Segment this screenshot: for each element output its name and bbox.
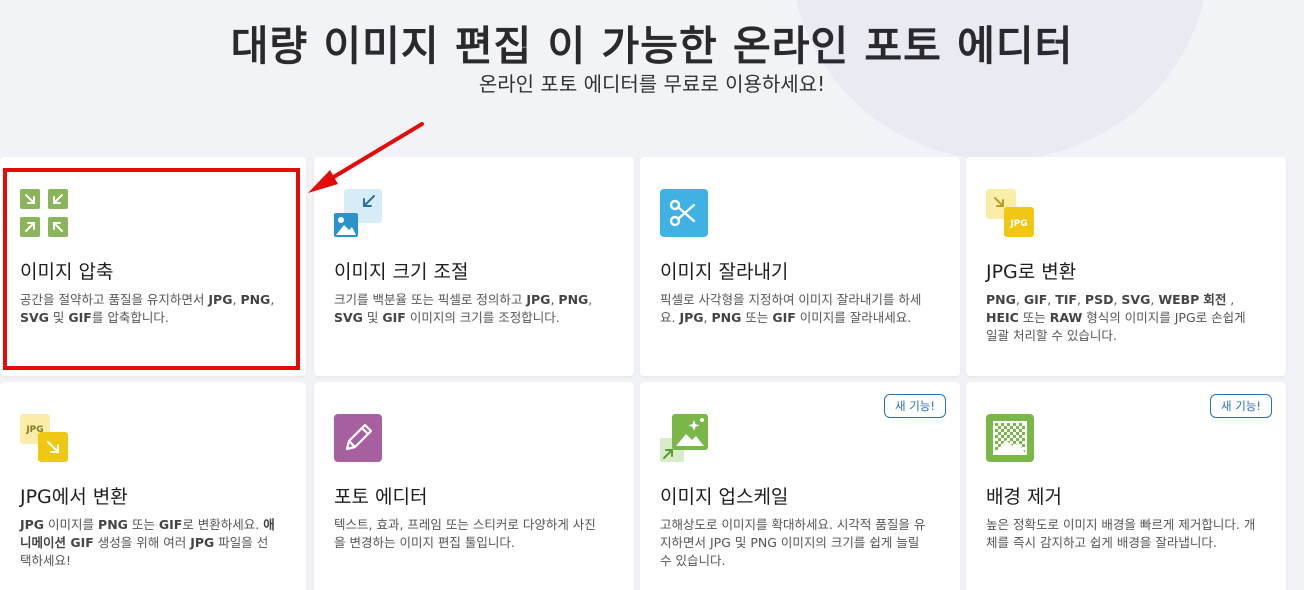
desc-format-keyword: SVG [20,310,49,325]
card-description: 공간을 절약하고 품질을 유지하면서 JPG, PNG, SVG 및 GIF를 … [20,291,278,327]
compress-icon [20,189,68,237]
desc-format-keyword: PNG [240,292,271,307]
tool-card-convert-from-jpg[interactable]: JPG JPG에서 변환 JPG 이미지를 PNG 또는 GIF로 변환하세요.… [0,382,306,590]
red-arrow-icon [308,122,424,193]
desc-format-keyword: JPG [20,517,45,532]
card-title: 이미지 압축 [20,261,114,283]
jpg-icon-label: JPG [1009,219,1027,229]
desc-format-keyword: JPG [190,535,215,550]
pencil-icon [334,414,382,462]
tool-card-compress[interactable]: 이미지 압축 공간을 절약하고 품질을 유지하면서 JPG, PNG, SVG … [0,157,306,376]
desc-format-keyword: JPG [679,310,704,325]
desc-format-keyword: PNG [98,517,128,532]
card-title: JPG로 변환 [986,261,1077,283]
convert-from-jpg-icon: JPG [20,414,68,462]
scissors-icon [660,189,708,237]
upscale-icon [660,414,708,462]
desc-text: , [1015,292,1024,307]
desc-text: 텍스트, 효과, 프레임 또는 스티커로 다양하게 사진을 변경하는 이미지 편… [334,517,596,550]
card-title: 이미지 크기 조절 [334,261,469,283]
card-description: 픽셀로 사각형을 지정하여 이미지 잘라내기를 하세요. JPG, PNG 또는… [660,291,932,327]
desc-text: 또는 [1018,310,1050,325]
desc-format-keyword: PSD [1084,292,1114,307]
desc-format-keyword: TIF [1055,292,1077,307]
desc-format-keyword: HEIC [986,310,1019,325]
tool-card-upscale[interactable]: 새 기능! 이미지 업스케일 고해상도로 이미지를 확대하세요. 시각적 품질을… [640,382,960,590]
card-description: 고해상도로 이미지를 확대하세요. 시각적 품질을 유지하면서 JPG 및 PN… [660,516,932,570]
desc-text: , [588,292,593,307]
desc-text: 또는 [127,517,159,532]
desc-text: 공간을 절약하고 품질을 유지하면서 [20,292,209,307]
card-description: 크기를 백분율 또는 픽셀로 정의하고 JPG, PNG, SVG 및 GIF … [334,291,606,327]
desc-text: 이미지를 잘라내세요. [795,310,912,325]
desc-format-keyword: GIF [772,310,796,325]
convert-to-jpg-icon: JPG [986,189,1034,237]
desc-text: 크기를 백분율 또는 픽셀로 정의하고 [334,292,527,307]
desc-format-keyword: JPG [208,292,233,307]
desc-format-keyword: WEBP [1158,292,1200,307]
desc-text: 높은 정확도로 이미지 배경을 빠르게 제거합니다. 개체를 즉시 감지하고 쉽… [986,517,1256,550]
card-description: JPG 이미지를 PNG 또는 GIF로 변환하세요. 애니메이션 GIF 생성… [20,516,278,570]
desc-format-keyword: RAW [1049,310,1083,325]
desc-format-keyword: SVG [1121,292,1151,307]
card-description: 텍스트, 효과, 프레임 또는 스티커로 다양하게 사진을 변경하는 이미지 편… [334,516,606,552]
desc-format-keyword: GIF [158,517,183,532]
desc-text: 를 압축합니다. [91,310,169,325]
page: 대량 이미지 편집 이 가능한 온라인 포토 에디터 온라인 포토 에디터를 무… [0,0,1304,590]
desc-text: , [270,292,275,307]
desc-format-keyword: PNG [558,292,589,307]
desc-text: 및 [362,310,383,325]
desc-text: , [1076,292,1085,307]
card-title: 배경 제거 [986,486,1062,508]
tool-card-convert-to-jpg[interactable]: JPG JPG로 변환 PNG, GIF, TIF, PSD, SVG, WEB… [966,157,1286,376]
desc-format-keyword: 회전 [1203,292,1227,307]
desc-text: 이미지를 [44,517,99,532]
desc-format-keyword: JPG [526,292,551,307]
desc-text: 또는 [741,310,773,325]
remove-background-icon [986,414,1034,462]
desc-text: 및 [48,310,69,325]
desc-format-keyword: SVG [334,310,363,325]
desc-text: 이미지의 크기를 조정합니다. [405,310,560,325]
desc-text: , [1226,292,1235,307]
new-feature-badge: 새 기능! [1209,394,1272,418]
tool-card-photo-editor[interactable]: 포토 에디터 텍스트, 효과, 프레임 또는 스티커로 다양하게 사진을 변경하… [314,382,634,590]
desc-format-keyword: PNG [986,292,1016,307]
new-feature-badge: 새 기능! [883,394,946,418]
tool-card-crop[interactable]: 이미지 잘라내기 픽셀로 사각형을 지정하여 이미지 잘라내기를 하세요. JP… [640,157,960,376]
desc-text: 로 변환하세요. [182,517,264,532]
tool-card-remove-background[interactable]: 새 기능! 배경 제거 높은 정확도로 이미지 배경을 빠르게 제거합니다. 개… [966,382,1286,590]
card-title: 포토 에디터 [334,486,428,508]
desc-text: 생성을 위해 여러 [93,535,191,550]
page-title: 대량 이미지 편집 이 가능한 온라인 포토 에디터 [230,22,1074,70]
desc-format-keyword: GIF [1023,292,1048,307]
desc-text: 고해상도로 이미지를 확대하세요. 시각적 품질을 유지하면서 JPG 및 PN… [660,517,926,568]
card-title: 이미지 업스케일 [660,486,789,508]
card-description: 높은 정확도로 이미지 배경을 빠르게 제거합니다. 개체를 즉시 감지하고 쉽… [986,516,1258,552]
desc-format-keyword: GIF [68,310,92,325]
page-subtitle: 온라인 포토 에디터를 무료로 이용하세요! [478,72,826,96]
card-description: PNG, GIF, TIF, PSD, SVG, WEBP 회전 , HEIC … [986,291,1258,345]
desc-format-keyword: PNG [711,310,742,325]
card-title: JPG에서 변환 [20,486,128,508]
card-title: 이미지 잘라내기 [660,261,789,283]
desc-format-keyword: GIF [382,310,406,325]
